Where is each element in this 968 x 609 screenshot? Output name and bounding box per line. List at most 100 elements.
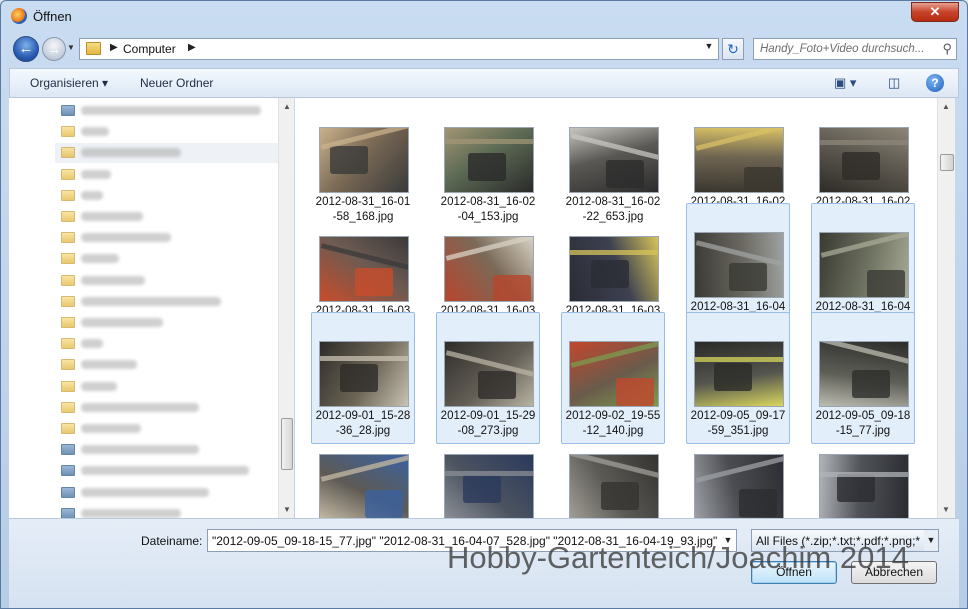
new-folder-button[interactable]: Neuer Ordner: [140, 76, 213, 90]
address-bar[interactable]: ▶ Computer ▶ ▼: [79, 38, 719, 60]
folder-icon: [86, 42, 101, 55]
file-tile[interactable]: 2012-09-05_09-18 -15_77.jpg: [811, 312, 915, 444]
address-dropdown-icon[interactable]: ▼: [702, 41, 716, 51]
command-toolbar: Organisieren ▾ Neuer Ordner ▣ ▾ ◫ ?: [9, 68, 959, 98]
tree-item[interactable]: [61, 462, 281, 480]
scroll-up-icon[interactable]: ▲: [938, 102, 954, 111]
filter-dropdown-icon[interactable]: ▼: [924, 530, 938, 551]
file-list-scrollbar[interactable]: ▲ ▼: [937, 98, 955, 518]
tree-item[interactable]: [61, 144, 281, 162]
tree-item[interactable]: [61, 378, 281, 396]
tree-item[interactable]: [61, 208, 281, 226]
image-thumbnail: [694, 341, 784, 407]
tree-item[interactable]: [61, 505, 281, 518]
organize-button[interactable]: Organisieren ▾: [30, 76, 108, 90]
file-name: 2012-09-05_09-18 -15_77.jpg: [815, 410, 911, 437]
file-name: 2012-08-31_16-02 -22_653.jpg: [565, 196, 661, 223]
breadcrumb-arrow-icon[interactable]: ▶: [110, 42, 118, 53]
folder-icon: [61, 189, 75, 201]
tree-item[interactable]: [61, 272, 281, 290]
drive-icon: [61, 444, 75, 456]
tree-item[interactable]: [61, 123, 281, 141]
tree-item-label-blurred: [81, 402, 199, 412]
tree-item-label-blurred: [81, 445, 199, 455]
image-thumbnail: [444, 341, 534, 407]
file-tile[interactable]: [811, 449, 915, 518]
tree-item[interactable]: [61, 420, 281, 438]
image-thumbnail: [819, 232, 909, 298]
scroll-up-icon[interactable]: ▲: [279, 102, 295, 111]
image-thumbnail: [569, 454, 659, 518]
folder-icon: [61, 380, 75, 392]
file-tile[interactable]: [436, 449, 540, 518]
tree-item-label-blurred: [81, 275, 145, 285]
tree-item-label-blurred: [81, 466, 249, 476]
help-icon[interactable]: ?: [926, 74, 944, 92]
tree-item-label-blurred: [81, 106, 261, 115]
tree-item-label-blurred: [81, 508, 181, 518]
tree-item[interactable]: [61, 293, 281, 311]
scroll-down-icon[interactable]: ▼: [279, 505, 295, 514]
folder-icon: [61, 147, 75, 159]
tree-item[interactable]: [61, 484, 281, 502]
tree-item[interactable]: [61, 229, 281, 247]
tree-item[interactable]: [61, 335, 281, 353]
file-tile[interactable]: 2012-09-02_19-55 -12_140.jpg: [561, 312, 665, 444]
folder-icon: [61, 274, 75, 286]
back-arrow-icon[interactable]: ←: [13, 36, 39, 62]
file-tile[interactable]: 2012-08-31_16-02 -04_153.jpg: [436, 122, 540, 226]
scroll-down-icon[interactable]: ▼: [938, 505, 954, 514]
image-thumbnail: [569, 127, 659, 193]
history-dropdown-icon[interactable]: ▼: [67, 43, 75, 52]
tree-item-label-blurred: [81, 381, 117, 391]
image-thumbnail: [819, 341, 909, 407]
close-button[interactable]: ✕: [911, 2, 959, 22]
title-bar[interactable]: Öffnen ✕: [1, 1, 967, 35]
file-tile[interactable]: 2012-09-05_09-17 -59_351.jpg: [686, 312, 790, 444]
tree-item-label-blurred: [81, 212, 143, 221]
scrollbar-thumb[interactable]: [281, 418, 293, 470]
forward-arrow-icon[interactable]: →: [42, 37, 66, 61]
tree-item[interactable]: [61, 441, 281, 459]
file-tile[interactable]: 2012-08-31_16-01 -58_168.jpg: [311, 122, 415, 226]
file-tile[interactable]: [686, 449, 790, 518]
navigation-scrollbar[interactable]: ▲ ▼: [278, 98, 294, 518]
file-name: 2012-09-05_09-17 -59_351.jpg: [690, 410, 786, 437]
search-input[interactable]: Handy_Foto+Video durchsuch... ⚲: [753, 38, 957, 60]
navigation-row: ← → ▼ ▶ Computer ▶ ▼ ↻ Handy_Foto+Video …: [9, 34, 959, 64]
view-options-icon[interactable]: ▣ ▾: [834, 75, 856, 91]
image-thumbnail: [694, 232, 784, 298]
preview-pane-icon[interactable]: ◫: [888, 75, 900, 91]
tree-item-label-blurred: [81, 296, 221, 306]
image-thumbnail: [444, 127, 534, 193]
file-tile[interactable]: [561, 449, 665, 518]
folder-icon: [61, 168, 75, 180]
tree-item[interactable]: [61, 187, 281, 205]
file-tile[interactable]: 2012-08-31_16-02 -22_653.jpg: [561, 122, 665, 226]
tree-item[interactable]: [61, 102, 281, 120]
image-thumbnail: [319, 341, 409, 407]
tree-item[interactable]: [61, 250, 281, 268]
tree-item-label-blurred: [81, 127, 109, 137]
folder-icon: [61, 401, 75, 413]
scrollbar-thumb[interactable]: [940, 154, 954, 171]
tree-item[interactable]: [61, 399, 281, 417]
file-tile[interactable]: 2012-09-01_15-29 -08_273.jpg: [436, 312, 540, 444]
file-tile[interactable]: 2012-09-01_15-28 -36_28.jpg: [311, 312, 415, 444]
search-icon[interactable]: ⚲: [942, 41, 952, 57]
breadcrumb-computer[interactable]: Computer: [123, 42, 176, 56]
file-tile[interactable]: [311, 449, 415, 518]
tree-item[interactable]: [61, 356, 281, 374]
tree-item-label-blurred: [81, 339, 103, 349]
folder-icon: [61, 423, 75, 434]
tree-item[interactable]: [61, 314, 281, 332]
window-title: Öffnen: [33, 9, 72, 24]
refresh-icon[interactable]: ↻: [722, 38, 744, 60]
tree-item-label-blurred: [81, 360, 137, 370]
breadcrumb-arrow-icon[interactable]: ▶: [188, 42, 196, 53]
tree-item[interactable]: [61, 166, 281, 184]
folder-icon: [61, 126, 75, 138]
folder-icon: [61, 338, 75, 350]
folder-icon: [61, 295, 75, 307]
tree-item-label-blurred: [81, 487, 209, 497]
